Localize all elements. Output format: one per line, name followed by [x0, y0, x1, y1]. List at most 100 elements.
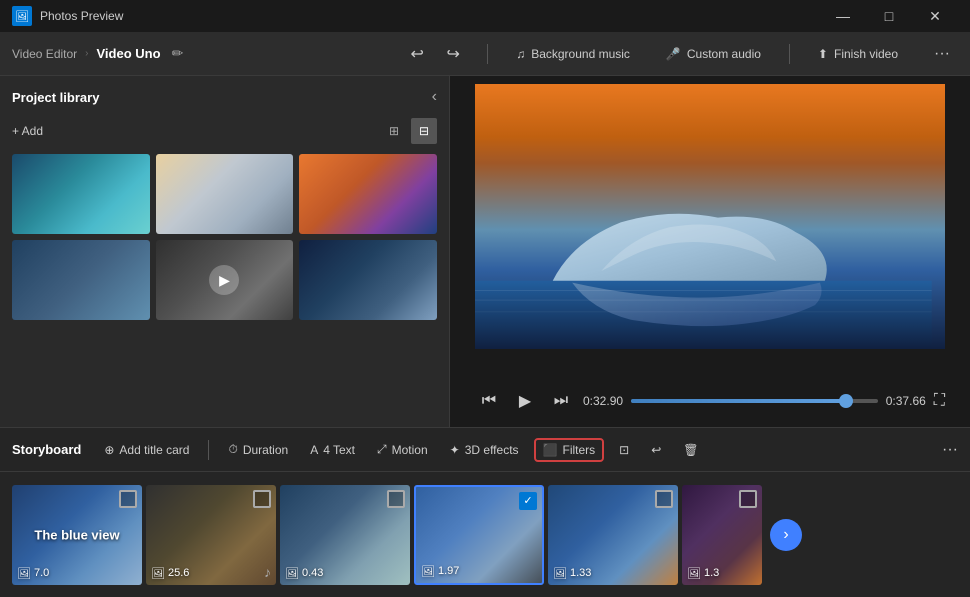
undo-button[interactable]: ↩ [403, 40, 431, 68]
view-toggle: ⊞ ⊟ [381, 118, 437, 144]
video-controls: ⏮ ▶ ⏭ 0:32.90 0:37.66 ⛶ [475, 383, 945, 419]
filters-button[interactable]: ⬛ Filters [534, 438, 605, 462]
play-button[interactable]: ▶ [511, 387, 539, 415]
redo-button[interactable]: ↪ [439, 40, 467, 68]
panel-toolbar: + Add ⊞ ⊟ [12, 118, 437, 144]
duration-button[interactable]: ⏱ Duration [221, 439, 295, 460]
project-library-panel: Project library ‹ + Add ⊞ ⊟ ▶ [0, 76, 450, 427]
video-preview-panel: ⏮ ▶ ⏭ 0:32.90 0:37.66 ⛶ [450, 76, 970, 427]
media-item[interactable] [299, 240, 437, 320]
add-title-card-label: Add title card [119, 443, 189, 457]
breadcrumb-current: Video Uno [97, 46, 161, 61]
fullscreen-button[interactable]: ⛶ [934, 392, 945, 410]
edit-title-icon[interactable]: ✏ [169, 45, 187, 63]
duration-value-2: 25.6 [168, 567, 189, 579]
storyboard-item-5[interactable]: 🖼 1.33 [548, 485, 678, 585]
custom-audio-button[interactable]: 🎤 Custom audio [658, 43, 769, 65]
storyboard-undo-button[interactable]: ↩ [644, 440, 668, 460]
story-item-label-4: 🖼 1.97 [421, 565, 459, 578]
media-grid: ▶ [12, 154, 437, 320]
motion-icon: ⤢ [377, 442, 387, 457]
story-item-label-3: 🖼 0.43 [285, 567, 323, 580]
text-button[interactable]: A 4 Text [303, 440, 362, 460]
close-button[interactable]: ✕ [912, 0, 958, 32]
skip-forward-button[interactable]: ⏭ [547, 387, 575, 415]
minimize-button[interactable]: — [820, 0, 866, 32]
storyboard-item-6[interactable]: 🖼 1.3 [682, 485, 762, 585]
video-iceberg-svg [475, 203, 932, 349]
storyboard-item-1[interactable]: The blue view 🖼 7.0 [12, 485, 142, 585]
storyboard-toolbar: Storyboard ⊕ Add title card ⏱ Duration A… [0, 428, 970, 472]
add-title-card-button[interactable]: ⊕ Add title card [97, 440, 196, 460]
storyboard-more-button[interactable]: ··· [942, 441, 958, 459]
toolbar-more-button[interactable]: ··· [926, 41, 958, 67]
image-icon-4: 🖼 [421, 565, 435, 578]
app-logo: 🖼 [12, 6, 32, 26]
duration-value-1: 7.0 [34, 567, 49, 579]
motion-label: Motion [392, 443, 428, 457]
media-item[interactable]: ▶ [156, 240, 294, 320]
panel-collapse-icon[interactable]: ‹ [432, 88, 437, 106]
breadcrumb: Video Editor › Video Uno ✏ [12, 45, 187, 63]
media-item[interactable] [12, 240, 150, 320]
crop-button[interactable]: ⊡ [612, 440, 636, 460]
seek-thumb[interactable] [839, 394, 853, 408]
custom-audio-icon: 🎤 [666, 47, 681, 61]
story-item-label-6: 🖼 1.3 [687, 567, 719, 580]
media-item[interactable] [299, 154, 437, 234]
image-icon-2: 🖼 [151, 567, 165, 580]
audio-icon-2: ♪ [264, 564, 271, 580]
3d-effects-button[interactable]: ✦ 3D effects [443, 440, 526, 460]
breadcrumb-parent[interactable]: Video Editor [12, 47, 77, 61]
delete-button[interactable]: 🗑 [676, 440, 705, 460]
title-bar-left: 🖼 Photos Preview [12, 6, 123, 26]
panel-title: Project library [12, 90, 99, 105]
bg-music-label: Background music [531, 47, 630, 61]
custom-audio-label: Custom audio [687, 47, 761, 61]
duration-label: Duration [243, 443, 288, 457]
panel-header: Project library ‹ [12, 88, 437, 106]
window-controls: — □ ✕ [820, 0, 958, 32]
story-divider-1 [208, 440, 209, 460]
storyboard-item-4[interactable]: ✓ 🖼 1.97 [414, 485, 544, 585]
background-music-button[interactable]: ♫ Background music [508, 43, 638, 65]
current-time: 0:32.90 [583, 394, 623, 408]
storyboard-item-2[interactable]: 🖼 25.6 ♪ [146, 485, 276, 585]
story-checkbox-1[interactable] [119, 490, 137, 508]
grid-view-button[interactable]: ⊞ [381, 118, 407, 144]
storyboard-item-3[interactable]: 🖼 0.43 [280, 485, 410, 585]
toolbar-divider [487, 44, 488, 64]
finish-video-button[interactable]: ⬆ Finish video [810, 43, 906, 65]
play-icon: ▶ [209, 265, 239, 295]
media-item[interactable] [12, 154, 150, 234]
motion-button[interactable]: ⤢ Motion [370, 439, 435, 460]
3d-effects-icon: ✦ [450, 443, 460, 457]
image-icon-1: 🖼 [17, 567, 31, 580]
story-item-title-1: The blue view [34, 527, 119, 542]
bg-music-icon: ♫ [516, 47, 525, 61]
image-icon-6: 🖼 [687, 567, 701, 580]
story-checkbox-2[interactable] [253, 490, 271, 508]
storyboard: Storyboard ⊕ Add title card ⏱ Duration A… [0, 427, 970, 597]
seek-bar[interactable] [631, 399, 878, 403]
duration-icon: ⏱ [228, 442, 237, 457]
story-checkbox-6[interactable] [739, 490, 757, 508]
story-checkbox-5[interactable] [655, 490, 673, 508]
skip-back-button[interactable]: ⏮ [475, 387, 503, 415]
video-preview [475, 84, 945, 349]
maximize-button[interactable]: □ [866, 0, 912, 32]
story-checkbox-4[interactable]: ✓ [519, 492, 537, 510]
app-toolbar: Video Editor › Video Uno ✏ ↩ ↪ ♫ Backgro… [0, 32, 970, 76]
story-checkbox-3[interactable] [387, 490, 405, 508]
toolbar-right: ↩ ↪ ♫ Background music 🎤 Custom audio ⬆ … [403, 40, 958, 68]
list-view-button[interactable]: ⊟ [411, 118, 437, 144]
storyboard-next-button[interactable]: › [770, 519, 802, 551]
main-content: Project library ‹ + Add ⊞ ⊟ ▶ [0, 76, 970, 427]
duration-value-4: 1.97 [438, 565, 459, 577]
storyboard-items: The blue view 🖼 7.0 🖼 25.6 ♪ 🖼 0.43 [0, 472, 970, 597]
media-item[interactable] [156, 154, 294, 234]
story-item-label-2: 🖼 25.6 [151, 567, 189, 580]
title-bar: 🖼 Photos Preview — □ ✕ [0, 0, 970, 32]
seek-fill [631, 399, 846, 403]
add-media-button[interactable]: + Add [12, 124, 43, 138]
